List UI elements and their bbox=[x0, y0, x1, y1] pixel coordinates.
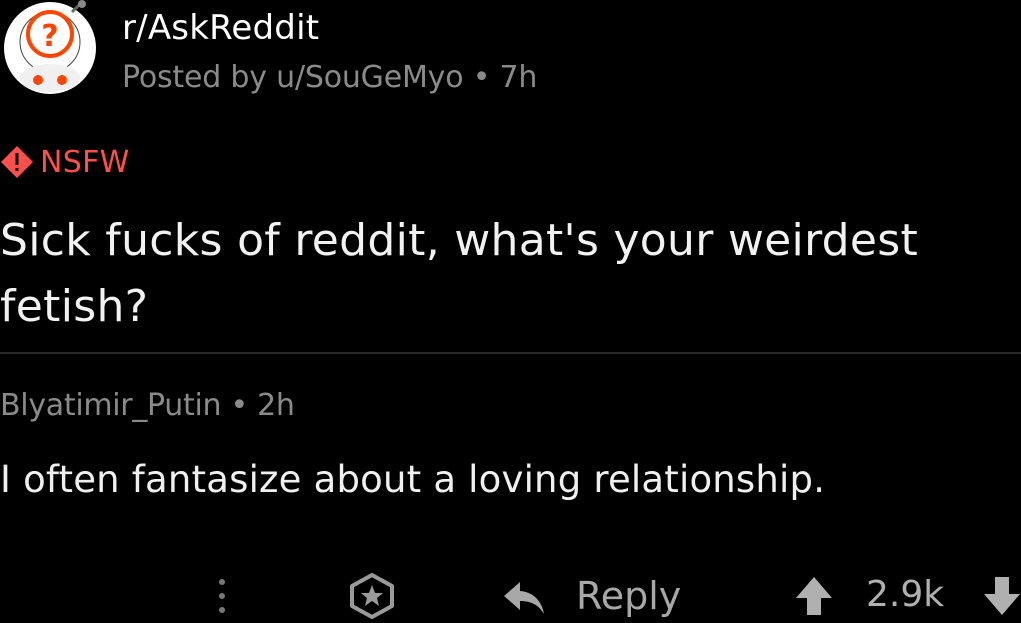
more-vertical-icon[interactable] bbox=[212, 574, 232, 618]
svg-text:?: ? bbox=[41, 19, 58, 54]
nsfw-label: NSFW bbox=[40, 144, 130, 180]
subreddit-avatar-icon[interactable]: ? bbox=[2, 0, 98, 96]
post-title[interactable]: Sick fucks of reddit, what's your weirde… bbox=[0, 208, 1000, 340]
vote-score: 2.9k bbox=[866, 574, 945, 615]
post-author-meta: Posted by u/SouGeMyo • 7h bbox=[122, 60, 538, 95]
comment-body: I often fantasize about a loving relatio… bbox=[0, 458, 826, 501]
comment-author-meta: Blyatimir_Putin • 2h bbox=[0, 388, 295, 423]
nsfw-tag: NSFW bbox=[0, 140, 130, 184]
reply-button[interactable]: Reply bbox=[576, 574, 681, 618]
award-icon[interactable] bbox=[348, 572, 396, 620]
comment-action-bar: Reply 2.9k bbox=[0, 568, 1021, 623]
subreddit-name[interactable]: r/AskReddit bbox=[122, 8, 319, 48]
warning-diamond-icon bbox=[1, 146, 33, 178]
upvote-icon[interactable] bbox=[792, 574, 836, 618]
downvote-icon[interactable] bbox=[982, 574, 1021, 618]
reply-arrow-icon[interactable] bbox=[500, 578, 548, 618]
divider bbox=[0, 352, 1021, 354]
